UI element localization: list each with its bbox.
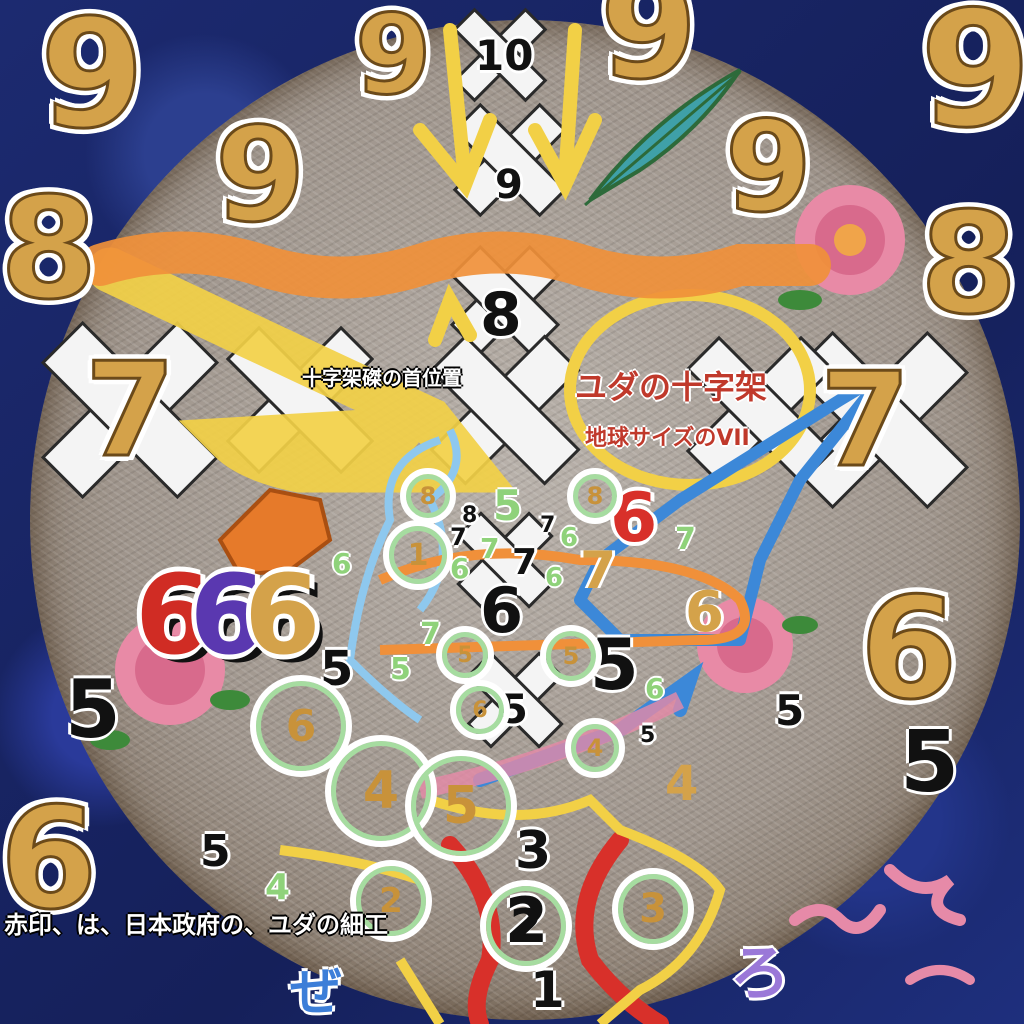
axis-6: 6 — [480, 574, 524, 647]
outer-9-top-right: 9 — [918, 0, 1024, 163]
small-7a: 7 — [540, 513, 556, 538]
small-6-gold: 6 — [685, 580, 724, 645]
outer-8-right: 8 — [918, 183, 1018, 346]
label-ze: ぜ — [290, 963, 343, 1023]
small-5f: 5 — [640, 723, 656, 748]
axis-9: 9 — [495, 162, 523, 208]
small-5g: 5 — [200, 826, 231, 877]
outer-7-right: 7 — [818, 344, 911, 496]
pink-worm-1 — [789, 904, 886, 934]
orange-wave — [79, 231, 831, 299]
outer-9-mid-right: 9 — [724, 95, 814, 240]
label-judas-cross: ユダの十字架 — [575, 368, 768, 406]
small-4b: 4 — [265, 867, 291, 908]
small-6a: 6 — [332, 547, 352, 580]
circled-6a: 6 — [450, 680, 510, 740]
outer-9-top-left: 9 — [38, 0, 145, 162]
outer-5-right: 5 — [900, 713, 960, 812]
small-4a: 4 — [665, 756, 699, 812]
small-7-gold: 7 — [580, 541, 617, 601]
outer-9-mid-left: 9 — [213, 99, 306, 251]
circled-8a: 8 — [400, 468, 456, 524]
circled-5c: 5 — [405, 750, 517, 862]
small-5c: 5 — [390, 652, 411, 687]
outer-6-right: 6 — [858, 568, 958, 731]
small-7d: 7 — [480, 532, 500, 565]
label-neck-position: 十字架磔の首位置 — [302, 366, 462, 390]
label-ro: ろ — [730, 939, 790, 1009]
six-purple: 6 — [189, 551, 266, 679]
outer-5-left: 5 — [65, 663, 121, 756]
small-6b: 6 — [450, 552, 470, 585]
pink-worm-2 — [884, 864, 966, 926]
circled-8b: 8 — [567, 468, 623, 524]
circled-3: 3 — [612, 868, 694, 950]
circled-4b: 4 — [565, 718, 625, 778]
small-5e: 5 — [775, 686, 805, 735]
number-666: 666 — [135, 560, 320, 670]
small-6f: 6 — [645, 672, 665, 705]
circled-5a: 5 — [436, 626, 494, 684]
circled-5b: 5 — [540, 625, 602, 687]
painting-canvas: 9 9 9 9 9 9 8 8 7 7 6 6 666 5 5 10 9 8 6… — [0, 0, 1024, 1024]
outer-9-top-1: 9 — [354, 0, 434, 119]
small-5-green: 5 — [493, 481, 523, 530]
label-red-mark: 赤印、は、日本政府の、ユダの細工 — [4, 911, 388, 939]
axis-10: 10 — [475, 31, 534, 80]
small-7b: 7 — [450, 523, 467, 551]
outer-9-top-2: 9 — [598, 0, 698, 111]
outer-7-left: 7 — [83, 334, 176, 486]
small-7-green: 7 — [675, 522, 696, 557]
six-gold: 6 — [244, 551, 320, 679]
small-7c: 7 — [512, 542, 538, 583]
axis-3: 3 — [515, 821, 552, 881]
pink-worm-3 — [905, 965, 975, 985]
label-earth-size: 地球サイズのVII — [585, 426, 750, 451]
axis-1: 1 — [530, 961, 565, 1019]
circled-1: 1 — [383, 520, 453, 590]
outer-8-left: 8 — [0, 168, 99, 331]
six-red: 6 — [135, 551, 211, 679]
axis-8: 8 — [480, 280, 522, 350]
small-6d: 6 — [560, 523, 579, 553]
circled-2b: 2 — [480, 880, 572, 972]
small-6c: 6 — [545, 563, 564, 593]
